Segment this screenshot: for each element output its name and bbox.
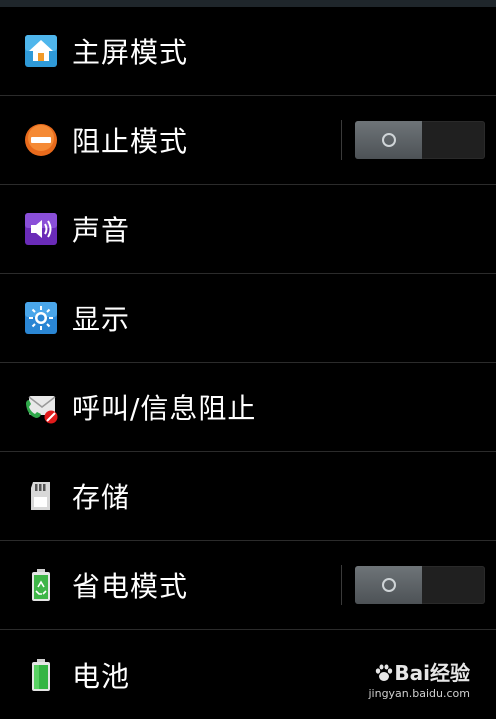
power-saving-icon <box>32 569 50 601</box>
settings-item-label: 阻止模式 <box>72 125 189 158</box>
settings-item-label: 省电模式 <box>72 570 189 603</box>
status-bar-edge <box>0 0 496 7</box>
baidu-jingyan-watermark: Bai经验 jingyan.baidu.com <box>368 657 470 700</box>
block-icon <box>25 124 57 156</box>
toggle-divider <box>341 565 342 605</box>
settings-item-sound[interactable]: 声音 <box>0 185 496 274</box>
brightness-icon <box>25 302 57 334</box>
toggle-knob <box>355 566 422 604</box>
settings-item-display[interactable]: 显示 <box>0 274 496 363</box>
battery-icon <box>32 658 50 691</box>
speaker-icon <box>25 213 57 245</box>
settings-item-label: 主屏模式 <box>72 36 189 69</box>
settings-item-blocking-mode[interactable]: 阻止模式 <box>0 96 496 185</box>
call-message-block-icon <box>26 396 58 424</box>
settings-item-power-saving[interactable]: 省电模式 <box>0 541 496 630</box>
settings-item-label: 存储 <box>72 481 131 514</box>
baidu-paw-icon <box>376 664 393 681</box>
toggle-divider <box>341 120 342 160</box>
settings-item-label: 电池 <box>72 659 131 693</box>
settings-item-label: 呼叫/信息阻止 <box>72 392 257 425</box>
power-saving-toggle[interactable] <box>355 566 485 604</box>
settings-item-home-mode[interactable]: 主屏模式 <box>0 7 496 96</box>
toggle-knob <box>355 121 422 159</box>
settings-list: 主屏模式 阻止模式 声音 显示 呼叫/信息阻止 存储 省电模式 电池 <box>0 7 496 719</box>
settings-item-label: 声音 <box>72 214 131 247</box>
settings-item-label: 显示 <box>72 303 131 336</box>
blocking-mode-toggle[interactable] <box>355 121 485 159</box>
settings-item-storage[interactable]: 存储 <box>0 452 496 541</box>
home-icon <box>25 35 57 67</box>
toggle-off-symbol <box>381 133 396 147</box>
sd-card-icon <box>31 482 50 510</box>
watermark-brand: Bai经验 <box>394 661 470 685</box>
settings-item-call-message-blocking[interactable]: 呼叫/信息阻止 <box>0 363 496 452</box>
toggle-off-symbol <box>381 578 396 592</box>
watermark-url: jingyan.baidu.com <box>368 687 470 700</box>
